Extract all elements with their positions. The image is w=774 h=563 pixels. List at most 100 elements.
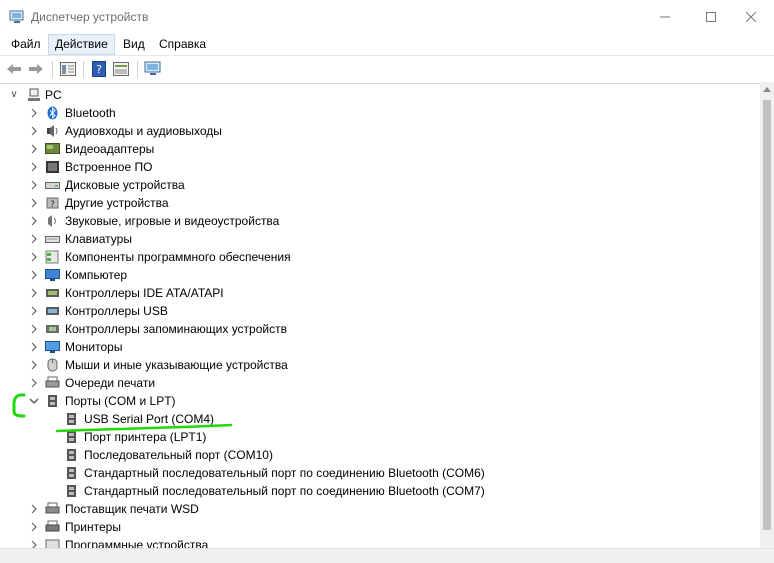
scroll-up-arrow-icon[interactable] (763, 87, 771, 92)
chevron-down-icon[interactable]: ∨ (9, 89, 19, 101)
chevron-right-icon[interactable] (29, 215, 39, 227)
chevron-right-icon[interactable] (29, 503, 39, 515)
properties-button[interactable] (111, 59, 131, 79)
tree-device[interactable]: Стандартный последовательный порт по сое… (0, 464, 760, 482)
chevron-right-icon[interactable] (29, 233, 39, 245)
computer-icon (28, 88, 40, 101)
menu-action[interactable]: Действие (48, 34, 115, 55)
printqueue-icon (45, 376, 60, 390)
chevron-right-icon[interactable] (29, 377, 39, 389)
tree-category[interactable]: Клавиатуры (0, 230, 760, 248)
scan-hardware-button[interactable] (143, 59, 163, 79)
chevron-right-icon[interactable] (29, 143, 39, 155)
help-button[interactable]: ? (89, 59, 109, 79)
back-arrow-icon (7, 64, 21, 74)
chevron-right-icon[interactable] (29, 287, 39, 299)
tree-category[interactable]: Принтеры (0, 518, 760, 536)
tree-root-label: PC (45, 88, 62, 102)
tree-device-label: USB Serial Port (COM4) (84, 412, 215, 426)
menu-view[interactable]: Вид (117, 34, 151, 55)
horizontal-scrollbar[interactable] (0, 548, 774, 563)
computer-icon (45, 268, 60, 282)
port-icon (64, 466, 79, 480)
storage-icon (45, 322, 60, 336)
wsd-icon (45, 502, 60, 516)
monitor-icon (45, 340, 60, 354)
chevron-right-icon[interactable] (29, 323, 39, 335)
minimize-icon (660, 16, 670, 18)
port-icon (64, 430, 79, 444)
firmware-icon (45, 160, 60, 174)
tree-category[interactable]: Звуковые, игровые и видеоустройства (0, 212, 760, 230)
tree-category[interactable]: Компоненты программного обеспечения (0, 248, 760, 266)
menu-help[interactable]: Справка (153, 34, 212, 55)
tree-category[interactable]: Поставщик печати WSD (0, 500, 760, 518)
tree-device[interactable]: Порт принтера (LPT1) (0, 428, 760, 446)
tree-category[interactable]: Контроллеры IDE ATA/ATAPI (0, 284, 760, 302)
tree-device[interactable]: USB Serial Port (COM4) (0, 410, 760, 428)
tree-category-label: Клавиатуры (65, 232, 132, 246)
chevron-right-icon[interactable] (29, 125, 39, 137)
svg-text:?: ? (50, 200, 55, 210)
tree-category[interactable]: Bluetooth (0, 104, 760, 122)
back-button[interactable] (4, 59, 24, 79)
tree-device[interactable]: Стандартный последовательный порт по сое… (0, 482, 760, 500)
tree-device-label: Стандартный последовательный порт по сое… (84, 484, 485, 498)
chevron-right-icon[interactable] (29, 251, 39, 263)
chevron-right-icon[interactable] (29, 359, 39, 371)
tree-device[interactable]: Последовательный порт (COM10) (0, 446, 760, 464)
tree-category-label: Программные устройства (65, 538, 209, 548)
scrollbar-thumb[interactable] (763, 100, 771, 530)
tree-category[interactable]: Видеоадаптеры (0, 140, 760, 158)
tree-category-label: Другие устройства (65, 196, 169, 210)
tree-category-label: Принтеры (65, 520, 121, 534)
tree-category-label: Порты (COM и LPT) (65, 394, 176, 408)
close-button[interactable] (728, 0, 774, 34)
tree-category[interactable]: Аудиовходы и аудиовыходы (0, 122, 760, 140)
display-icon (45, 142, 60, 156)
chevron-right-icon[interactable] (29, 539, 39, 548)
tree-category[interactable]: Очереди печати (0, 374, 760, 392)
svg-text:?: ? (96, 63, 102, 76)
audio-icon (45, 124, 60, 138)
port-icon (45, 394, 60, 408)
chevron-right-icon[interactable] (29, 161, 39, 173)
chevron-right-icon[interactable] (29, 107, 39, 119)
menu-file[interactable]: Файл (5, 34, 47, 55)
usb-icon (45, 304, 60, 318)
tree-category[interactable]: Программные устройства (0, 536, 760, 548)
tree-category-label: Компьютер (65, 268, 128, 282)
close-icon (746, 12, 756, 22)
vertical-scrollbar[interactable] (760, 82, 774, 548)
device-tree[interactable]: ∨ PC Bluetooth Аудиовходы и аудиовыходы Ви… (0, 85, 760, 548)
tree-category[interactable]: ? Другие устройства (0, 194, 760, 212)
bluetooth-icon (45, 106, 60, 120)
port-icon (64, 448, 79, 462)
show-hide-console-tree-button[interactable] (58, 59, 78, 79)
tree-category[interactable]: Контроллеры USB (0, 302, 760, 320)
software-icon (45, 250, 60, 264)
minimize-button[interactable] (642, 0, 688, 34)
chevron-right-icon[interactable] (29, 197, 39, 209)
tree-category-label: Аудиовходы и аудиовыходы (65, 124, 222, 138)
chevron-down-icon[interactable] (29, 395, 39, 407)
chevron-right-icon[interactable] (29, 269, 39, 281)
tree-category[interactable]: Мыши и иные указывающие устройства (0, 356, 760, 374)
forward-button[interactable] (26, 59, 46, 79)
tree-category-label: Мониторы (65, 340, 123, 354)
tree-category[interactable]: Мониторы (0, 338, 760, 356)
tree-device-label: Стандартный последовательный порт по сое… (84, 466, 485, 480)
tree-category[interactable]: Компьютер (0, 266, 760, 284)
sound-icon (45, 214, 60, 228)
chevron-right-icon[interactable] (29, 521, 39, 533)
tree-root[interactable]: ∨ PC (0, 86, 760, 104)
tree-category[interactable]: Контроллеры запоминающих устройств (0, 320, 760, 338)
chevron-right-icon[interactable] (29, 305, 39, 317)
tree-category[interactable]: Встроенное ПО (0, 158, 760, 176)
tree-category-label: Мыши и иные указывающие устройства (65, 358, 288, 372)
chevron-right-icon[interactable] (29, 341, 39, 353)
tree-category[interactable]: Порты (COM и LPT) (0, 392, 760, 410)
tree-category[interactable]: Дисковые устройства (0, 176, 760, 194)
menu-bar: Файл Действие Вид Справка (0, 34, 774, 55)
chevron-right-icon[interactable] (29, 179, 39, 191)
